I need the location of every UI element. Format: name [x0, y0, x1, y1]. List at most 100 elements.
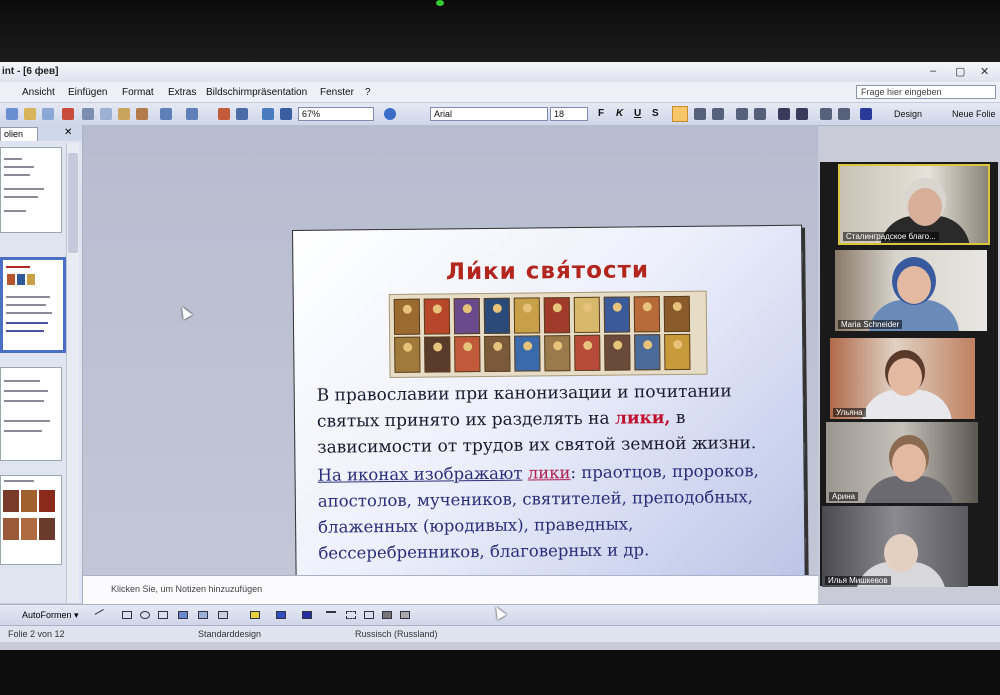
slide-paragraph-1[interactable]: В православии при канонизации и почитани… — [317, 378, 788, 461]
design-button[interactable]: Design — [894, 109, 922, 119]
cut-icon[interactable] — [82, 108, 94, 120]
slide-title[interactable]: Ли́ки свя́тости — [293, 256, 801, 287]
fill-color-icon[interactable] — [250, 611, 260, 619]
line-tool-icon[interactable] — [94, 609, 108, 621]
increase-font-icon[interactable] — [778, 108, 790, 120]
maximize-button[interactable]: ▢ — [955, 65, 965, 78]
rectangle-tool-icon[interactable] — [122, 611, 132, 619]
menu-fenster[interactable]: Fenster — [320, 87, 354, 98]
monitor-bezel-top — [0, 0, 1000, 62]
3d-style-icon[interactable] — [400, 611, 410, 619]
participant-name-2: Maria Schneider — [838, 320, 903, 329]
chart-icon[interactable] — [218, 108, 230, 120]
dash-style-icon[interactable] — [346, 611, 356, 619]
spellcheck-icon[interactable] — [62, 108, 74, 120]
menu-einfuegen[interactable]: Einfügen — [68, 87, 107, 98]
status-design: Standarddesign — [198, 629, 262, 639]
participant-tile-3[interactable]: Ульяна — [830, 338, 975, 419]
shadow-button[interactable]: S — [652, 108, 659, 119]
menu-extras[interactable]: Extras — [168, 87, 196, 98]
redo-icon[interactable] — [186, 108, 198, 120]
video-gallery: Сталинградское благо... Maria Schneider … — [820, 162, 998, 587]
close-pane-icon[interactable]: ✕ — [64, 127, 72, 138]
underline-button[interactable]: U — [634, 108, 641, 119]
window-titlebar: int - [6 фев] – ▢ ✕ — [0, 62, 1000, 82]
arrow-style-icon[interactable] — [364, 611, 374, 619]
oval-tool-icon[interactable] — [140, 611, 150, 619]
decrease-font-icon[interactable] — [796, 108, 808, 120]
picture-icon[interactable] — [218, 611, 228, 619]
notes-placeholder: Klicken Sie, um Notizen hinzuzufügen — [111, 584, 263, 594]
font-size-select[interactable]: 18 — [550, 107, 588, 121]
icons-collage-image — [388, 290, 708, 378]
align-center-icon[interactable] — [694, 108, 706, 120]
line-color-icon[interactable] — [276, 611, 286, 619]
slide-thumbnail-3[interactable] — [0, 367, 62, 461]
menu-bildschirmpraesentation[interactable]: Bildschirmpräsentation — [206, 87, 307, 98]
italic-button[interactable]: K — [616, 108, 623, 119]
print-icon[interactable] — [24, 108, 36, 120]
autoshapes-menu[interactable]: AutoFormen ▾ — [22, 610, 79, 621]
menu-bar: Ansicht Einfügen Format Extras Bildschir… — [0, 82, 1000, 103]
preview-icon[interactable] — [42, 108, 54, 120]
font-select[interactable]: Arial — [430, 107, 548, 121]
screen: int - [6 фев] – ▢ ✕ Ansicht Einfügen For… — [0, 62, 1000, 650]
webcam-led-icon — [436, 0, 444, 6]
clipart-icon[interactable] — [198, 611, 208, 619]
slide-thumbnail-1[interactable] — [0, 147, 62, 233]
bullet-list-icon[interactable] — [754, 108, 766, 120]
paragraph-2-underlined: На иконах изображают — [317, 463, 523, 485]
paragraph-2-link-word: лики — [527, 463, 571, 483]
format-painter-icon[interactable] — [136, 108, 148, 120]
zoom-select[interactable]: 67% — [298, 107, 374, 121]
menu-help[interactable]: ? — [365, 87, 371, 98]
align-left-button[interactable] — [672, 106, 688, 122]
shadow-style-icon[interactable] — [382, 611, 392, 619]
line-style-icon[interactable] — [326, 611, 336, 619]
menu-ansicht[interactable]: Ansicht — [22, 87, 55, 98]
font-color-icon[interactable] — [860, 108, 872, 120]
scrollbar-thumb[interactable] — [68, 153, 78, 253]
monitor-bezel-bottom — [0, 650, 1000, 695]
increase-indent-icon[interactable] — [838, 108, 850, 120]
help-search-input[interactable]: Frage hier eingeben — [856, 85, 996, 99]
current-slide[interactable]: Ли́ки свя́тости В православии при канони… — [292, 224, 806, 607]
menu-format[interactable]: Format — [122, 87, 154, 98]
close-window-button[interactable]: ✕ — [980, 65, 989, 78]
status-language: Russisch (Russland) — [355, 629, 438, 639]
slide-thumbnail-2[interactable] — [0, 257, 66, 353]
slides-pane: olien ✕ — [0, 125, 83, 603]
participant-tile-4[interactable]: Арина — [826, 422, 978, 503]
wordart-icon[interactable] — [178, 611, 188, 619]
minimize-button[interactable]: – — [930, 65, 936, 77]
slide-thumbnail-4[interactable] — [0, 475, 62, 565]
notes-pane[interactable]: Klicken Sie, um Notizen hinzuzufügen — [83, 575, 818, 604]
font-color-draw-icon[interactable] — [302, 611, 312, 619]
participant-name-5: Илья Мишкевов — [825, 576, 891, 585]
align-right-icon[interactable] — [712, 108, 724, 120]
slides-scrollbar[interactable] — [66, 143, 79, 603]
table-icon[interactable] — [236, 108, 248, 120]
grid-icon[interactable] — [280, 108, 292, 120]
participant-tile-5[interactable]: Илья Мишкевов — [822, 506, 968, 587]
undo-icon[interactable] — [160, 108, 172, 120]
participant-tile-2[interactable]: Maria Schneider — [835, 250, 987, 331]
paragraph-1-highlight: лики, — [614, 408, 671, 429]
help-icon[interactable] — [384, 108, 396, 120]
status-bar: Folie 2 von 12 Standarddesign Russisch (… — [0, 625, 1000, 642]
numbered-list-icon[interactable] — [736, 108, 748, 120]
save-icon[interactable] — [6, 108, 18, 120]
new-slide-button[interactable]: Neue Folie — [952, 109, 996, 119]
copy-icon[interactable] — [100, 108, 112, 120]
formatting-toolbar: 67% Arial 18 F K U S Design Neue Folie — [0, 103, 1000, 126]
slide-paragraph-2[interactable]: На иконах изображают лики: праотцов, про… — [317, 458, 788, 567]
paste-icon[interactable] — [118, 108, 130, 120]
textbox-tool-icon[interactable] — [158, 611, 168, 619]
decrease-indent-icon[interactable] — [820, 108, 832, 120]
participant-name-1: Сталинградское благо... — [843, 232, 939, 241]
tab-slides[interactable]: olien — [0, 127, 38, 141]
participant-tile-1[interactable]: Сталинградское благо... — [838, 164, 990, 245]
expand-icon[interactable] — [262, 108, 274, 120]
participant-name-4: Арина — [829, 492, 859, 501]
bold-button[interactable]: F — [598, 108, 604, 119]
